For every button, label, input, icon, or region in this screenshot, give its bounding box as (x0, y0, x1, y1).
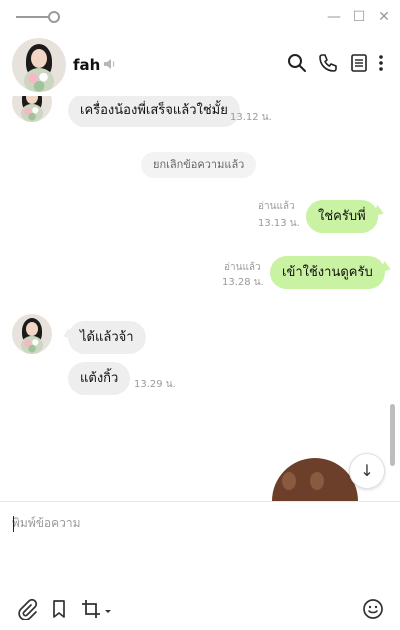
incoming-message[interactable]: เครื่องน้องพี่เสร็จแล้วใช่มั้ย (68, 96, 240, 127)
unsent-notice: ยกเลิกข้อความแล้ว (141, 152, 257, 178)
minimize-button[interactable]: — (325, 8, 343, 26)
outgoing-message[interactable]: เข้าใช้งานดูครับ (270, 256, 385, 289)
speaker-icon (102, 56, 118, 72)
outgoing-message[interactable]: ใช่ครับพี่ (306, 200, 378, 233)
message-time: 13.12 น. (230, 112, 272, 123)
read-receipt: อ่านแล้ว (258, 201, 295, 212)
sticker-image[interactable] (272, 458, 358, 501)
incoming-message[interactable]: แต้งกิ้ว (68, 362, 131, 395)
message-time: 13.29 น. (134, 379, 176, 390)
arrow-down-icon: ↓ (360, 461, 374, 480)
close-button[interactable]: ✕ (375, 8, 393, 26)
message-time: 13.13 น. (258, 218, 300, 229)
more-icon[interactable] (376, 52, 386, 74)
message-time: 13.28 น. (222, 277, 264, 288)
notes-icon[interactable] (348, 52, 370, 74)
scroll-to-bottom-button[interactable]: ↓ (349, 453, 385, 489)
bookmark-icon[interactable] (48, 598, 70, 620)
attachment-icon[interactable] (16, 598, 38, 621)
opacity-slider-knob[interactable] (48, 11, 60, 23)
maximize-button[interactable]: ☐ (350, 8, 368, 26)
chat-scrollbar[interactable] (390, 404, 395, 466)
text-caret (13, 516, 14, 532)
crop-icon[interactable] (80, 598, 112, 620)
window-titlebar: — ☐ ✕ (0, 0, 400, 34)
search-icon[interactable] (286, 52, 308, 74)
emoji-icon[interactable] (362, 598, 384, 620)
contact-avatar-small[interactable] (12, 314, 52, 354)
contact-name[interactable]: fah (73, 56, 100, 74)
phone-icon[interactable] (317, 52, 339, 74)
opacity-slider-track[interactable] (16, 16, 52, 18)
message-composer (0, 501, 400, 630)
contact-avatar[interactable] (12, 38, 66, 92)
chat-header: fah (0, 34, 400, 96)
contact-avatar-small[interactable] (12, 96, 52, 122)
incoming-message[interactable]: ได้แล้วจ้า (68, 321, 146, 354)
chat-messages-area[interactable]: เครื่องน้องพี่เสร็จแล้วใช่มั้ย 13.12 น. … (0, 96, 400, 501)
read-receipt: อ่านแล้ว (224, 262, 261, 273)
message-input[interactable] (12, 514, 388, 584)
